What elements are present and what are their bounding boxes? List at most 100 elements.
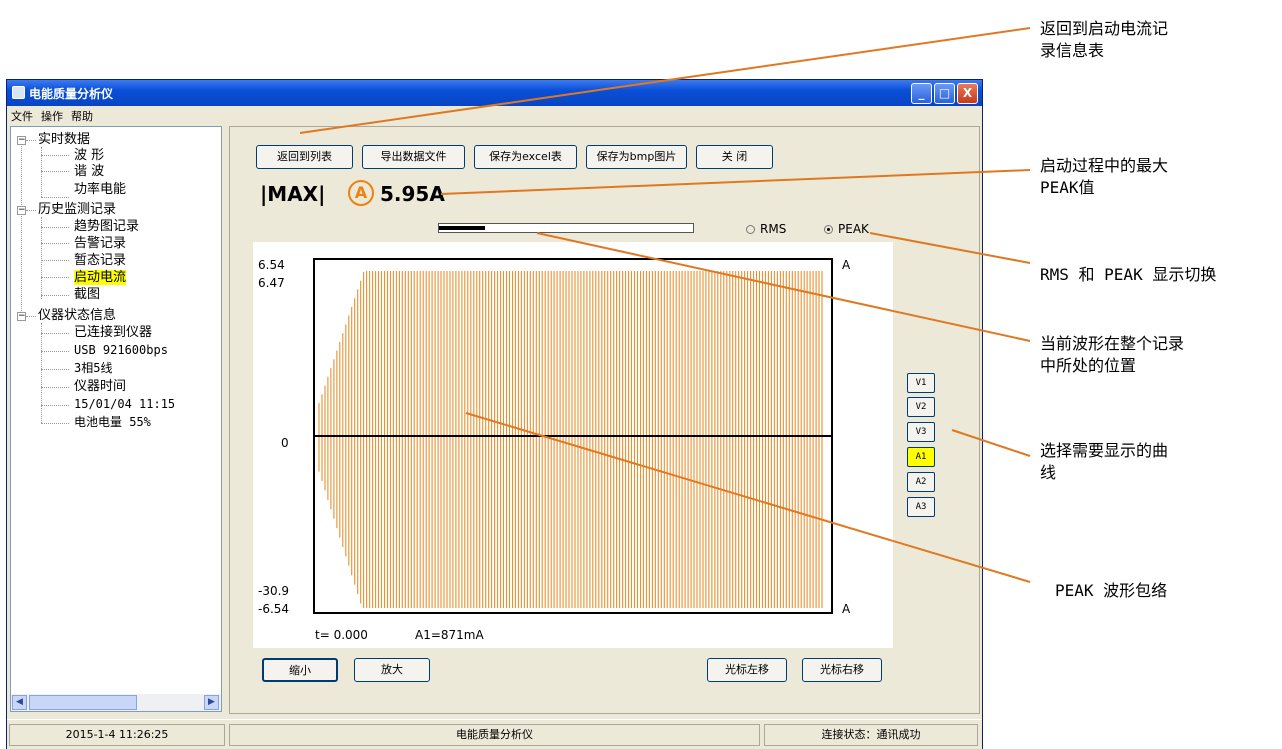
annotation-select-line1: 选择需要显示的曲 — [1040, 441, 1169, 460]
channel-v3-button[interactable]: V3 — [907, 422, 935, 442]
annotation-back: 返回到启动电流记 录信息表 — [1040, 18, 1168, 62]
tree-item-battery[interactable]: 电池电量 55% — [74, 415, 151, 430]
back-to-list-button[interactable]: 返回到列表 — [256, 145, 353, 169]
app-icon — [12, 86, 25, 99]
peak-radio-label: PEAK — [838, 222, 869, 236]
status-connection: 连接状态：通讯成功 — [764, 724, 978, 746]
ampere-icon: A — [348, 180, 374, 206]
scroll-right-icon[interactable]: ▶ — [204, 695, 219, 710]
tree-item-trend[interactable]: 趋势图记录 — [74, 219, 139, 234]
channel-v1-button[interactable]: V1 — [907, 373, 935, 393]
tree-group-history[interactable]: 历史监测记录 — [38, 202, 116, 217]
tree-group-realtime[interactable]: 实时数据 — [38, 132, 90, 147]
tree-line — [41, 155, 69, 156]
peak-radio[interactable]: PEAK — [824, 222, 869, 236]
status-bar: 2015-1-4 11:26:25 电能质量分析仪 连接状态：通讯成功 — [7, 719, 982, 749]
tree-item-transient[interactable]: 暂态记录 — [74, 253, 126, 268]
tree-line — [41, 405, 69, 406]
tree-expander[interactable]: − — [17, 206, 26, 215]
record-position-fill — [439, 226, 485, 230]
tree-item-usb[interactable]: USB 921600bps — [74, 343, 168, 358]
scroll-thumb[interactable] — [29, 695, 137, 710]
save-bmp-button[interactable]: 保存为bmp图片 — [586, 145, 687, 169]
tree-line — [26, 140, 36, 141]
export-data-button[interactable]: 导出数据文件 — [362, 145, 465, 169]
tree-item-device-time[interactable]: 仪器时间 — [74, 379, 126, 394]
tree-line — [41, 217, 42, 299]
tree-group-device[interactable]: 仪器状态信息 — [38, 308, 116, 323]
annotation-position: 当前波形在整个记录 中所处的位置 — [1040, 333, 1184, 377]
menu-file[interactable]: 文件 — [11, 108, 33, 124]
tree-line — [41, 295, 69, 296]
tree-line — [41, 227, 69, 228]
tree-line — [41, 351, 69, 352]
channel-v2-button[interactable]: V2 — [907, 397, 935, 417]
scroll-left-icon[interactable]: ◀ — [12, 695, 27, 710]
tree-line — [21, 141, 22, 317]
nav-tree: − 实时数据 波 形 谐 波 功率电能 − 历史监测记录 趋势图记录 告警记录 … — [10, 126, 222, 712]
tree-line — [41, 277, 69, 278]
tree-line — [41, 260, 69, 261]
zoom-in-button[interactable]: 放大 — [354, 658, 430, 682]
record-position-bar[interactable] — [438, 223, 694, 233]
max-label: |MAX| — [260, 182, 326, 206]
y-label-bottom-2: -6.54 — [258, 602, 290, 616]
cursor-value: A1=871mA — [415, 628, 484, 642]
tree-item-time-value[interactable]: 15/01/04 11:15 — [74, 397, 175, 412]
y-label-zero: 0 — [281, 436, 289, 450]
channel-a3-button[interactable]: A3 — [907, 497, 935, 517]
tree-line — [41, 323, 42, 423]
zoom-out-button[interactable]: 缩小 — [262, 658, 338, 682]
waveform-plot-area[interactable] — [313, 258, 833, 614]
y-label-top-2: 6.47 — [258, 276, 285, 290]
save-excel-button[interactable]: 保存为excel表 — [474, 145, 577, 169]
close-view-button[interactable]: 关 闭 — [696, 145, 773, 169]
tree-item-power[interactable]: 功率电能 — [74, 182, 126, 197]
unit-bottom: A — [842, 602, 851, 616]
tree-item-wiring[interactable]: 3相5线 — [74, 361, 112, 376]
tree-line — [41, 423, 69, 424]
title-bar[interactable]: 电能质量分析仪 _ □ X — [7, 80, 982, 106]
app-window: 电能质量分析仪 _ □ X 文件 操作 帮助 − 实时数据 波 形 谐 波 功率… — [6, 79, 983, 749]
tree-item-harmonics[interactable]: 谐 波 — [74, 164, 104, 179]
annotation-max-peak-line2: PEAK值 — [1040, 178, 1095, 197]
annotation-toggle-line1: RMS 和 PEAK 显示切换 — [1040, 265, 1217, 284]
y-label-bottom-1: -30.9 — [258, 584, 290, 598]
annotation-envelope: PEAK 波形包络 — [1055, 580, 1167, 602]
tree-line — [41, 243, 69, 244]
y-label-top-1: 6.54 — [258, 258, 285, 272]
inrush-panel: 返回到列表 导出数据文件 保存为excel表 保存为bmp图片 关 闭 |MAX… — [229, 126, 980, 714]
rms-radio-circle — [746, 225, 755, 234]
max-peak-value: 5.95A — [380, 182, 445, 206]
menu-help[interactable]: 帮助 — [71, 108, 93, 124]
tree-item-waveform[interactable]: 波 形 — [74, 148, 104, 163]
annotation-max-peak-line1: 启动过程中的最大 — [1040, 156, 1169, 175]
annotation-select: 选择需要显示的曲 线 — [1040, 440, 1168, 484]
tree-expander[interactable]: − — [17, 136, 26, 145]
rms-radio[interactable]: RMS — [746, 222, 786, 236]
status-app-name: 电能质量分析仪 — [229, 724, 760, 746]
status-datetime: 2015-1-4 11:26:25 — [9, 724, 225, 746]
peak-radio-circle — [824, 225, 833, 234]
cursor-left-button[interactable]: 光标左移 — [707, 658, 787, 682]
tree-item-inrush-selected[interactable]: 启动电流 — [74, 270, 127, 285]
tree-horizontal-scrollbar[interactable]: ◀ ▶ — [11, 694, 221, 711]
close-button[interactable]: X — [957, 83, 978, 104]
tree-item-alarm[interactable]: 告警记录 — [74, 236, 126, 251]
unit-top: A — [842, 258, 851, 272]
tree-item-screenshot[interactable]: 截图 — [74, 287, 100, 302]
maximize-button[interactable]: □ — [934, 83, 955, 104]
channel-a1-button[interactable]: A1 — [907, 447, 935, 467]
annotation-position-line2: 中所处的位置 — [1040, 356, 1137, 375]
tree-line — [41, 387, 69, 388]
cursor-right-button[interactable]: 光标右移 — [802, 658, 882, 682]
minimize-button[interactable]: _ — [911, 83, 932, 104]
menu-operate[interactable]: 操作 — [41, 108, 63, 124]
tree-line — [41, 197, 69, 198]
tree-expander[interactable]: − — [17, 312, 26, 321]
tree-item-connected[interactable]: 已连接到仪器 — [74, 325, 152, 340]
tree-line — [41, 369, 69, 370]
channel-a2-button[interactable]: A2 — [907, 472, 935, 492]
annotation-max-peak: 启动过程中的最大 PEAK值 — [1040, 155, 1168, 199]
rms-radio-label: RMS — [760, 222, 787, 236]
